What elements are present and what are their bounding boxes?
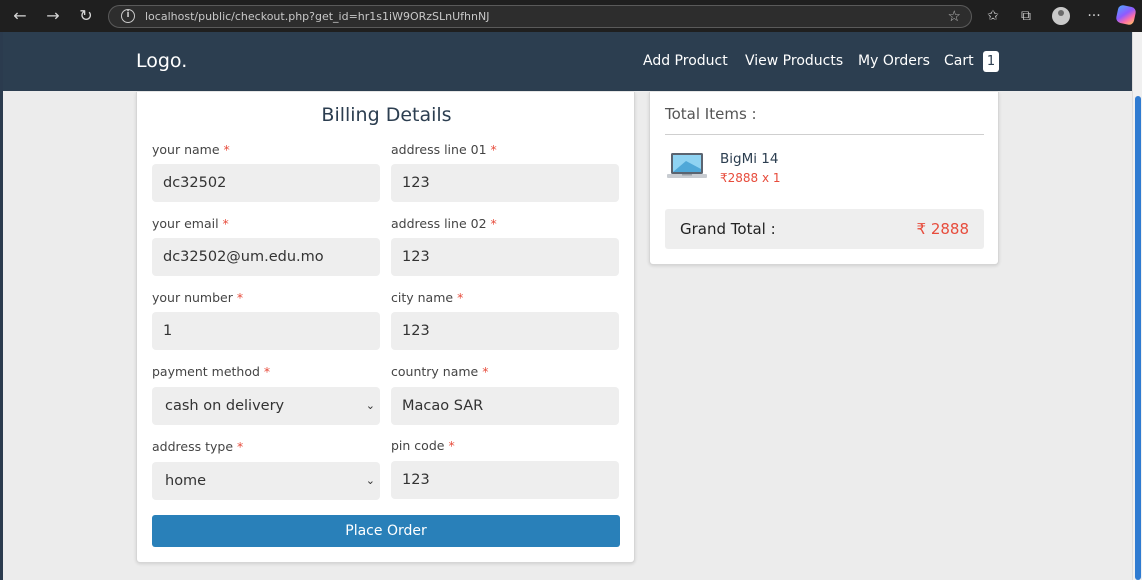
address1-label: address line 01 *: [391, 142, 497, 157]
nav-view-products[interactable]: View Products: [745, 53, 843, 69]
payment-method-value: cash on delivery: [165, 398, 285, 414]
grand-total-box: Grand Total : ₹ 2888: [665, 209, 984, 249]
email-label: your email *: [152, 216, 229, 231]
scrollbar[interactable]: [1132, 32, 1142, 580]
name-input[interactable]: dc32502: [152, 164, 380, 202]
address2-input[interactable]: 123: [391, 238, 619, 276]
order-summary: Total Items : BigMi 14 ₹2888 x 1 Grand T…: [649, 92, 999, 265]
address-type-value: home: [165, 473, 207, 489]
url-text: localhost/public/checkout.php?get_id=hr1…: [145, 10, 490, 23]
laptop-thumbnail: [667, 153, 707, 178]
rupee-icon: ₹: [916, 220, 927, 238]
number-label: your number *: [152, 290, 244, 305]
total-items-label: Total Items :: [665, 105, 757, 123]
payment-method-select[interactable]: cash on delivery ⌄: [152, 387, 380, 425]
address-type-label: address type *: [152, 439, 244, 454]
pin-input[interactable]: 123: [391, 461, 619, 499]
nav-my-orders[interactable]: My Orders: [858, 53, 930, 69]
site-logo[interactable]: Logo.: [136, 50, 187, 72]
billing-form: Billing Details your name * dc32502 addr…: [136, 92, 635, 563]
number-input[interactable]: 1: [152, 312, 380, 350]
site-header: Logo. Add Product View Products My Order…: [3, 32, 1132, 91]
back-icon[interactable]: ←: [10, 6, 30, 26]
name-label: your name *: [152, 142, 230, 157]
address-bar[interactable]: i localhost/public/checkout.php?get_id=h…: [108, 5, 972, 28]
billing-title: Billing Details: [321, 104, 452, 126]
divider: [665, 134, 984, 135]
nav-cart[interactable]: Cart: [944, 53, 974, 69]
grand-total-label: Grand Total :: [680, 220, 776, 238]
star-icon[interactable]: ☆: [948, 7, 961, 25]
browser-toolbar: ← → ↻ i localhost/public/checkout.php?ge…: [0, 0, 1142, 32]
address2-label: address line 02 *: [391, 216, 497, 231]
city-input[interactable]: 123: [391, 312, 619, 350]
city-label: city name *: [391, 290, 464, 305]
rupee-icon: ₹: [720, 171, 728, 185]
nav-add-product[interactable]: Add Product: [643, 53, 728, 69]
more-icon[interactable]: ···: [1084, 6, 1104, 26]
address1-input[interactable]: 123: [391, 164, 619, 202]
address-type-select[interactable]: home ⌄: [152, 462, 380, 500]
email-input[interactable]: dc32502@um.edu.mo: [152, 238, 380, 276]
pin-label: pin code *: [391, 438, 455, 453]
favorites-icon[interactable]: ✩: [983, 6, 1003, 26]
forward-icon[interactable]: →: [43, 6, 63, 26]
extensions-icon[interactable]: ⧉: [1016, 6, 1036, 26]
scrollbar-thumb[interactable]: [1135, 96, 1141, 580]
product-price: ₹2888 x 1: [720, 171, 781, 185]
place-order-button[interactable]: Place Order: [152, 515, 620, 547]
grand-total-value: ₹ 2888: [916, 220, 969, 238]
country-input[interactable]: Macao SAR: [391, 387, 619, 425]
cart-count-badge[interactable]: 1: [983, 51, 999, 72]
chevron-down-icon: ⌄: [365, 399, 375, 412]
payment-label: payment method *: [152, 364, 271, 379]
reload-icon[interactable]: ↻: [76, 6, 96, 26]
info-icon[interactable]: i: [121, 9, 135, 23]
page-edge: [0, 32, 3, 580]
country-label: country name *: [391, 364, 489, 379]
product-name: BigMi 14: [720, 151, 779, 167]
profile-icon[interactable]: [1052, 7, 1070, 25]
copilot-icon[interactable]: [1115, 4, 1137, 26]
chevron-down-icon: ⌄: [365, 474, 375, 487]
